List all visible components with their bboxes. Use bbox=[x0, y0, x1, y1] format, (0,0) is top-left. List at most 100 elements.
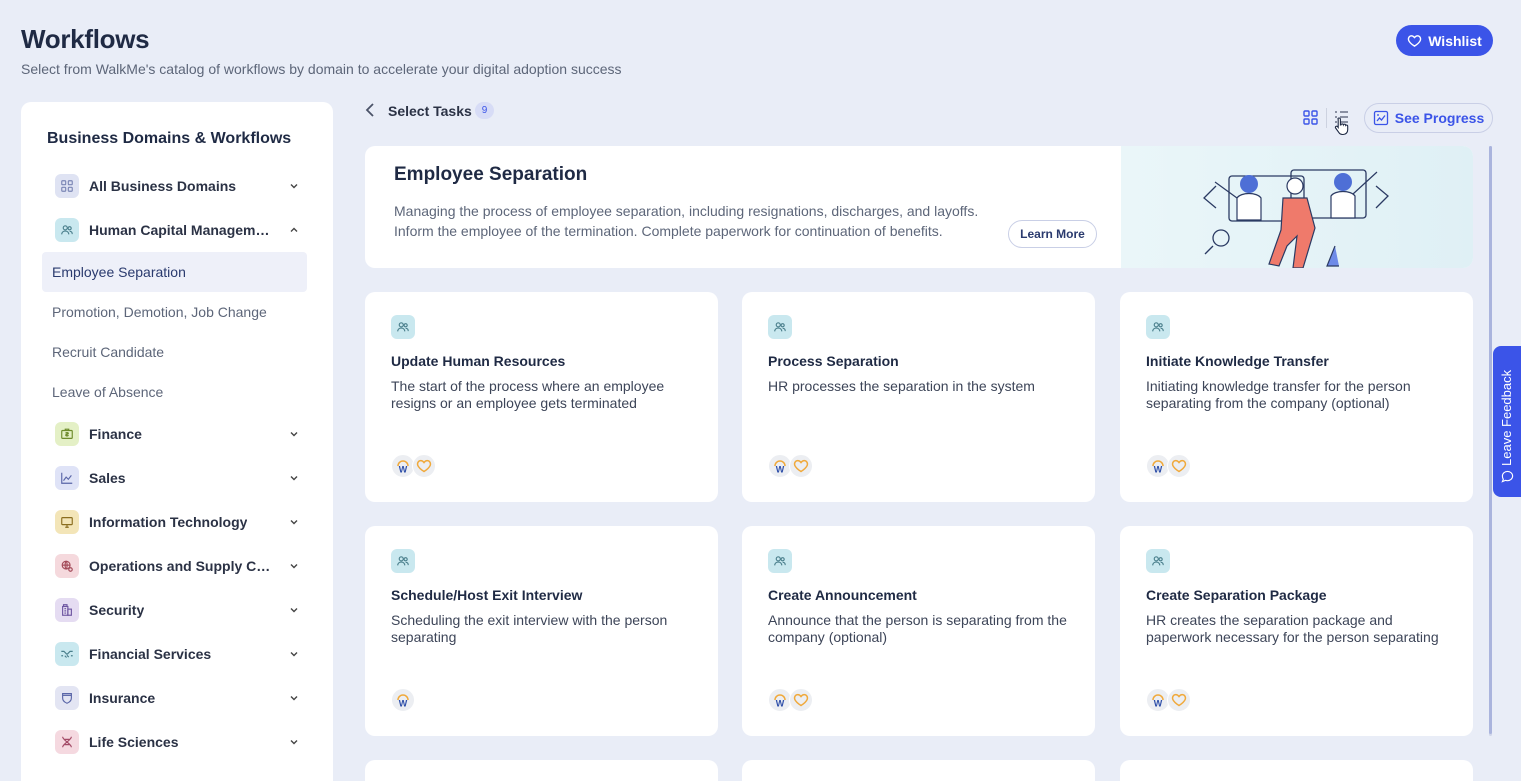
scrollbar-thumb[interactable] bbox=[1489, 146, 1492, 734]
task-card[interactable]: Update Human Resources The start of the … bbox=[365, 292, 718, 502]
chevron-up-icon[interactable] bbox=[289, 225, 299, 235]
grid-view-icon[interactable] bbox=[1302, 109, 1319, 126]
building-icon bbox=[55, 598, 79, 622]
card-title: Create Announcement bbox=[768, 587, 917, 603]
chevron-down-icon[interactable] bbox=[289, 429, 299, 439]
sidebar-item-operations[interactable]: Operations and Supply Chai... bbox=[47, 544, 307, 588]
chevron-down-icon[interactable] bbox=[289, 649, 299, 659]
sidebar-item-life-sciences[interactable]: Life Sciences bbox=[47, 720, 307, 764]
card-badges: W bbox=[768, 454, 813, 478]
task-card[interactable]: Schedule/Host Exit Interview Scheduling … bbox=[365, 526, 718, 736]
task-card[interactable]: Initiate Knowledge Transfer Initiating k… bbox=[1120, 292, 1473, 502]
sidebar-item-label: Operations and Supply Chai... bbox=[89, 558, 273, 574]
card-badges: W bbox=[391, 688, 415, 712]
see-progress-button[interactable]: See Progress bbox=[1364, 103, 1493, 133]
money-icon bbox=[55, 422, 79, 446]
task-card[interactable]: Create Separation Package HR creates the… bbox=[1120, 526, 1473, 736]
sidebar-item-label: All Business Domains bbox=[89, 178, 237, 194]
handshake-icon bbox=[55, 642, 79, 666]
card-title: Create Separation Package bbox=[1146, 587, 1327, 603]
svg-text:W: W bbox=[399, 465, 408, 475]
hand-cursor-icon bbox=[1334, 117, 1349, 136]
card-description: Initiating knowledge transfer for the pe… bbox=[1146, 378, 1411, 411]
grid-icon bbox=[55, 174, 79, 198]
sidebar-subitem-promotion[interactable]: Promotion, Demotion, Job Change bbox=[42, 292, 307, 332]
task-card[interactable]: Create Announcement Announce that the pe… bbox=[742, 526, 1095, 736]
sidebar-item-label: Financial Services bbox=[89, 646, 212, 662]
heart-icon[interactable] bbox=[1167, 454, 1191, 478]
banner-description: Managing the process of employee separat… bbox=[394, 201, 994, 241]
people-icon bbox=[1146, 549, 1170, 573]
card-description: Scheduling the exit interview with the p… bbox=[391, 612, 668, 645]
heart-icon bbox=[1407, 35, 1422, 47]
chat-bubble-icon bbox=[1501, 470, 1514, 483]
heart-icon[interactable] bbox=[789, 688, 813, 712]
sidebar-item-hcm[interactable]: Human Capital Management bbox=[47, 208, 307, 252]
chevron-down-icon[interactable] bbox=[289, 181, 299, 191]
shield-icon bbox=[55, 686, 79, 710]
card-title: Update Human Resources bbox=[391, 353, 566, 369]
card-description: HR processes the separation in the syste… bbox=[768, 378, 1035, 394]
people-illustration-icon bbox=[1203, 169, 1389, 268]
task-card[interactable]: Process Separation HR processes the sepa… bbox=[742, 292, 1095, 502]
svg-text:W: W bbox=[776, 465, 785, 475]
sidebar-item-label: Information Technology bbox=[89, 514, 248, 530]
people-icon bbox=[768, 315, 792, 339]
sidebar-item-label: Finance bbox=[89, 426, 142, 442]
banner-illustration bbox=[1121, 146, 1473, 268]
card-badges: W bbox=[391, 454, 436, 478]
chevron-down-icon[interactable] bbox=[289, 737, 299, 747]
people-icon bbox=[55, 218, 79, 242]
card-badges: W bbox=[768, 688, 813, 712]
card-badges: W bbox=[1146, 454, 1191, 478]
card-description: HR creates the separation package and pa… bbox=[1146, 612, 1439, 645]
chart-icon bbox=[55, 466, 79, 490]
page-subtitle: Select from WalkMe's catalog of workflow… bbox=[21, 61, 622, 77]
card-description: Announce that the person is separating f… bbox=[768, 612, 1067, 645]
sidebar-item-security[interactable]: Security bbox=[47, 588, 307, 632]
learn-more-button[interactable]: Learn More bbox=[1008, 220, 1097, 248]
chevron-left-icon[interactable] bbox=[363, 101, 377, 119]
chevron-down-icon[interactable] bbox=[289, 605, 299, 615]
task-card[interactable] bbox=[1120, 760, 1473, 781]
task-card[interactable] bbox=[742, 760, 1095, 781]
banner-desc-line: Inform the employee of the termination. … bbox=[394, 223, 943, 239]
sidebar-item-finance[interactable]: Finance bbox=[47, 412, 307, 456]
view-toggle-divider bbox=[1326, 108, 1327, 128]
people-icon bbox=[391, 549, 415, 573]
chevron-down-icon[interactable] bbox=[289, 561, 299, 571]
sidebar-item-label: Sales bbox=[89, 470, 126, 486]
walkme-logo-icon: W bbox=[391, 688, 415, 712]
sidebar-item-all-domains[interactable]: All Business Domains bbox=[47, 164, 307, 208]
chevron-down-icon[interactable] bbox=[289, 473, 299, 483]
sidebar-subitem-recruit-candidate[interactable]: Recruit Candidate bbox=[42, 332, 307, 372]
svg-text:W: W bbox=[399, 699, 408, 709]
sidebar-item-label: Life Sciences bbox=[89, 734, 179, 750]
dna-icon bbox=[55, 730, 79, 754]
svg-text:W: W bbox=[776, 699, 785, 709]
sidebar-item-sales[interactable]: Sales bbox=[47, 456, 307, 500]
leave-feedback-label: Leave Feedback bbox=[1499, 369, 1514, 466]
heart-icon[interactable] bbox=[1167, 688, 1191, 712]
chevron-down-icon[interactable] bbox=[289, 693, 299, 703]
leave-feedback-tab[interactable]: Leave Feedback bbox=[1493, 346, 1521, 497]
sidebar-nav: All Business Domains Human Capital Manag… bbox=[42, 164, 307, 764]
wishlist-button[interactable]: Wishlist bbox=[1396, 25, 1493, 56]
tasks-count-badge: 9 bbox=[475, 102, 494, 119]
heart-icon[interactable] bbox=[789, 454, 813, 478]
heart-icon[interactable] bbox=[412, 454, 436, 478]
people-icon bbox=[1146, 315, 1170, 339]
progress-chart-icon bbox=[1373, 110, 1388, 126]
sidebar-item-insurance[interactable]: Insurance bbox=[47, 676, 307, 720]
card-title: Initiate Knowledge Transfer bbox=[1146, 353, 1329, 369]
chevron-down-icon[interactable] bbox=[289, 517, 299, 527]
card-description: The start of the process where an employ… bbox=[391, 378, 665, 411]
sidebar-item-it[interactable]: Information Technology bbox=[47, 500, 307, 544]
task-card[interactable] bbox=[365, 760, 718, 781]
sidebar-title: Business Domains & Workflows bbox=[47, 130, 292, 147]
sidebar-item-financial-services[interactable]: Financial Services bbox=[47, 632, 307, 676]
globe-gear-icon bbox=[55, 554, 79, 578]
sidebar-subitem-employee-separation[interactable]: Employee Separation bbox=[42, 252, 307, 292]
sidebar-subitem-leave-of-absence[interactable]: Leave of Absence bbox=[42, 372, 307, 412]
sidebar: Business Domains & Workflows All Busines… bbox=[21, 102, 333, 781]
